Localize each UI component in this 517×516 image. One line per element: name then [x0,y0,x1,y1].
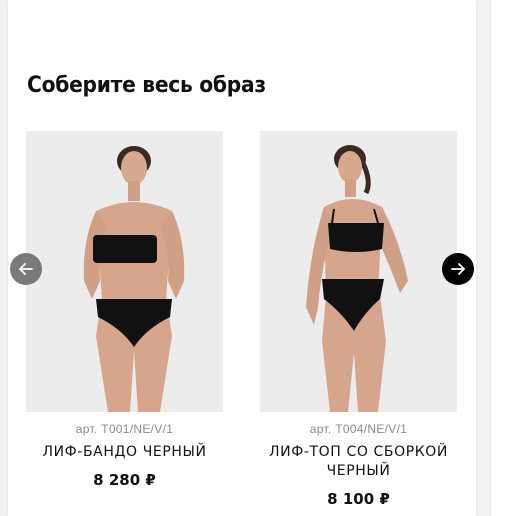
product-name[interactable]: ЛИФ-ТОП СО СБОРКОЙ ЧЕРНЫЙ [260,443,457,481]
section-title: Соберите весь образ [27,73,266,98]
carousel-prev-button[interactable] [10,253,42,285]
product-sku: арт. T001/NE/V/1 [75,422,174,436]
carousel-next-button[interactable] [442,253,474,285]
page: Соберите весь образ арт. T001/NE/V/1 ЛИФ… [0,0,517,516]
product-photo[interactable] [260,131,457,412]
model-photo-image [260,131,457,412]
product-sku: арт. T004/NE/V/1 [309,422,408,436]
arrow-left-icon [19,263,33,275]
product-name[interactable]: ЛИФ-БАНДО ЧЕРНЫЙ [26,443,223,462]
product-card[interactable]: арт. T004/NE/V/1 ЛИФ-ТОП СО СБОРКОЙ ЧЕРН… [260,131,457,508]
product-photo[interactable] [26,131,223,412]
product-price: 8 280 ₽ [93,471,156,489]
product-price: 8 100 ₽ [327,490,390,508]
side-strip [490,0,517,516]
arrow-right-icon [451,263,465,275]
product-card[interactable]: арт. T001/NE/V/1 ЛИФ-БАНДО ЧЕРНЫЙ 8 280 … [26,131,223,489]
model-photo-image [26,131,223,412]
